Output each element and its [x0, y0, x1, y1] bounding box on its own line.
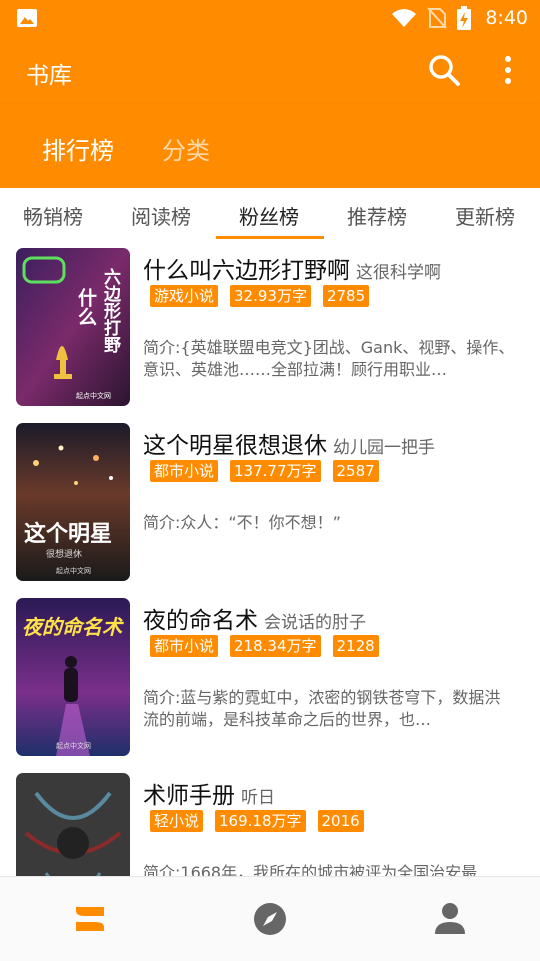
svg-text:六边形打野: 六边形打野 [100, 267, 122, 354]
book-intro: 简介:{英雄联盟电竞文}团战、Gank、视野、操作、意识、英雄池……全部拉满！顾… [143, 338, 515, 379]
status-time: 8:40 [485, 7, 528, 29]
main-tab-bar: 排行榜 分类 [0, 104, 540, 188]
word-count-tag: 137.77万字 [230, 460, 321, 482]
category-tag: 都市小说 [150, 635, 219, 657]
list-item[interactable]: 这个明星 很想退休 起点中文网 这个明星很想退休 幼儿园一把手 都市小说 137.… [0, 415, 540, 590]
book-title[interactable]: 夜的命名术 会说话的肘子 [143, 601, 366, 635]
bookshelf-icon[interactable] [68, 897, 112, 941]
book-tags: 都市小说 137.77万字 2587 [150, 460, 379, 482]
book-author: 这很科学啊 [356, 263, 441, 283]
list-item[interactable]: 六边形打野 什么 起点中文网 什么叫六边形打野啊 这很科学啊 游戏小说 32.93… [0, 240, 540, 415]
search-icon[interactable] [426, 52, 462, 88]
list-item[interactable]: 术师手册 听日 轻小说 169.18万字 2016 简介:1668年，我所在的城市… [0, 765, 540, 876]
svg-text:起点中文网: 起点中文网 [56, 741, 91, 750]
list-item[interactable]: 夜的命名术 起点中文网 夜的命名术 会说话的肘子 都市小说 218.34万字 21… [0, 590, 540, 765]
category-tag: 轻小说 [150, 810, 204, 832]
book-cover[interactable]: 六边形打野 什么 起点中文网 [16, 248, 130, 406]
status-bar: 8:40 [0, 0, 540, 36]
subtab-reading[interactable]: 阅读榜 [131, 201, 191, 230]
book-title[interactable]: 这个明星很想退休 幼儿园一把手 [143, 426, 435, 460]
bottom-nav [0, 876, 540, 961]
image-notification-icon [17, 9, 37, 27]
fans-tag: 2016 [317, 810, 364, 832]
fans-tag: 2128 [332, 635, 379, 657]
book-author: 幼儿园一把手 [333, 438, 435, 458]
svg-text:这个明星: 这个明星 [24, 521, 112, 547]
book-title-text: 术师手册 [143, 783, 235, 809]
book-cover[interactable]: 这个明星 很想退休 起点中文网 [16, 423, 130, 581]
compass-icon[interactable] [248, 897, 292, 941]
tab-category[interactable]: 分类 [162, 131, 210, 166]
svg-text:起点中文网: 起点中文网 [76, 391, 111, 400]
book-cover[interactable]: 夜的命名术 起点中文网 [16, 598, 130, 756]
person-icon[interactable] [428, 897, 472, 941]
svg-text:很想退休: 很想退休 [46, 548, 82, 560]
category-tag: 游戏小说 [150, 285, 219, 307]
category-tag: 都市小说 [150, 460, 219, 482]
book-tags: 游戏小说 32.93万字 2785 [150, 285, 370, 307]
book-author: 听日 [241, 788, 275, 808]
subtab-indicator [216, 236, 324, 239]
book-title-text: 夜的命名术 [143, 608, 258, 634]
book-intro: 简介:1668年，我所在的城市被评为全国治安最… [143, 863, 494, 876]
word-count-tag: 218.34万字 [230, 635, 321, 657]
svg-text:什么: 什么 [75, 287, 97, 326]
subtab-fans[interactable]: 粉丝榜 [239, 201, 299, 230]
book-cover[interactable] [16, 773, 130, 876]
word-count-tag: 32.93万字 [230, 285, 311, 307]
subtab-update[interactable]: 更新榜 [455, 201, 515, 230]
fans-tag: 2587 [332, 460, 379, 482]
book-title-text: 什么叫六边形打野啊 [143, 258, 350, 284]
book-author: 会说话的肘子 [264, 613, 366, 633]
book-tags: 都市小说 218.34万字 2128 [150, 635, 379, 657]
svg-text:起点中文网: 起点中文网 [56, 566, 91, 575]
app-bar: 书库 [0, 36, 540, 104]
tab-ranking[interactable]: 排行榜 [42, 131, 114, 166]
battery-charging-icon [457, 6, 472, 30]
subtab-recommend[interactable]: 推荐榜 [347, 201, 407, 230]
more-vert-icon[interactable] [496, 52, 520, 88]
rank-tab-bar: 畅销榜 阅读榜 粉丝榜 推荐榜 更新榜 [0, 188, 540, 240]
no-sim-icon [427, 7, 448, 29]
book-intro: 简介:众人：“不！你不想！” [143, 513, 341, 532]
book-title[interactable]: 术师手册 听日 [143, 776, 275, 810]
book-title-text: 这个明星很想退休 [143, 433, 327, 459]
svg-text:夜的命名术: 夜的命名术 [22, 615, 124, 639]
wifi-icon [392, 9, 417, 27]
book-tags: 轻小说 169.18万字 2016 [150, 810, 364, 832]
book-intro: 简介:蓝与紫的霓虹中，浓密的钢铁苍穹下，数据洪流的前端，是科技革命之后的世界，也… [143, 688, 501, 729]
subtab-bestseller[interactable]: 畅销榜 [23, 201, 83, 230]
book-title[interactable]: 什么叫六边形打野啊 这很科学啊 [143, 251, 441, 285]
book-list[interactable]: 六边形打野 什么 起点中文网 什么叫六边形打野啊 这很科学啊 游戏小说 32.93… [0, 240, 540, 876]
word-count-tag: 169.18万字 [215, 810, 306, 832]
page-title: 书库 [26, 63, 72, 89]
fans-tag: 2785 [322, 285, 370, 307]
